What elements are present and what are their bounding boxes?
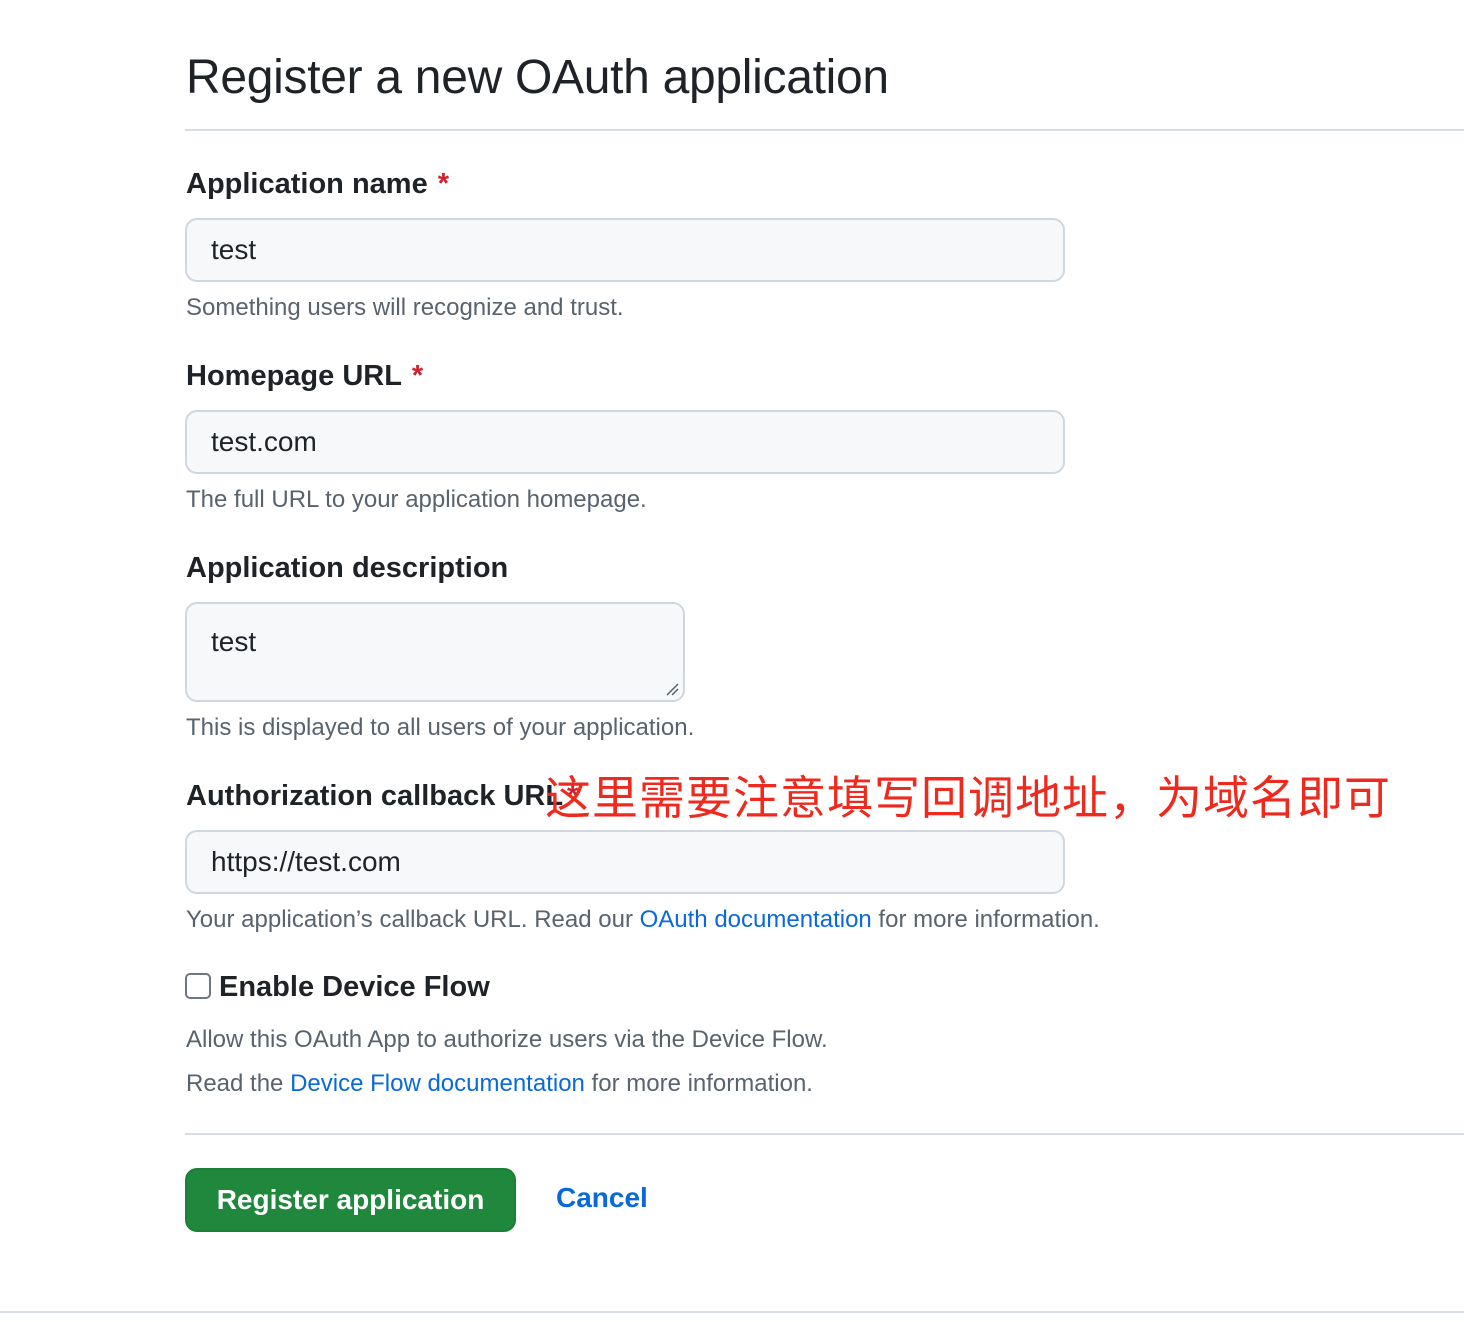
description-label-text: Application description bbox=[186, 552, 509, 584]
title-divider bbox=[185, 129, 1464, 131]
app-name-label-text: Application name bbox=[186, 168, 428, 200]
device-note-before: Read the bbox=[186, 1070, 291, 1097]
oauth-register-page: Register a new OAuth application Applica… bbox=[0, 0, 1464, 1322]
annotation-text: 这里需要注意填写回调地址，为域名即可 bbox=[545, 771, 1391, 825]
callback-url-value: https://test.com bbox=[211, 846, 401, 877]
enable-device-flow-label[interactable]: Enable Device Flow bbox=[219, 971, 490, 1004]
homepage-url-input[interactable]: test.com bbox=[185, 410, 1065, 474]
homepage-url-value: test.com bbox=[211, 426, 317, 457]
homepage-url-note: The full URL to your application homepag… bbox=[186, 486, 647, 513]
device-note-after: for more information. bbox=[584, 1070, 813, 1097]
page-title: Register a new OAuth application bbox=[186, 51, 889, 104]
device-flow-note: Allow this OAuth App to authorize users … bbox=[186, 1026, 828, 1053]
homepage-url-label-text: Homepage URL bbox=[186, 360, 402, 392]
description-textarea[interactable]: test bbox=[185, 602, 685, 702]
callback-url-input[interactable]: https://test.com bbox=[185, 830, 1065, 894]
page-bottom-divider bbox=[0, 1311, 1464, 1313]
description-label: Application description bbox=[186, 552, 508, 585]
required-mark: * bbox=[437, 168, 449, 200]
callback-url-label-text: Authorization callback URL bbox=[186, 780, 564, 812]
actions-divider bbox=[185, 1133, 1464, 1135]
callback-url-label: Authorization callback URL * bbox=[186, 780, 578, 813]
homepage-url-label: Homepage URL * bbox=[186, 360, 423, 393]
callback-url-note: Your application’s callback URL. Read ou… bbox=[186, 906, 1100, 934]
app-name-value: test bbox=[211, 234, 257, 265]
callback-note-before: Your application’s callback URL. Read ou… bbox=[186, 906, 640, 933]
resize-grip-icon[interactable] bbox=[665, 682, 679, 696]
callback-note-after: for more information. bbox=[871, 906, 1100, 933]
cancel-link[interactable]: Cancel bbox=[556, 1182, 648, 1214]
enable-device-flow-checkbox[interactable] bbox=[185, 973, 211, 999]
device-flow-documentation-link[interactable]: Device Flow documentation bbox=[290, 1070, 585, 1097]
app-name-label: Application name * bbox=[186, 168, 449, 201]
description-note: This is displayed to all users of your a… bbox=[186, 714, 695, 741]
device-flow-doc-note: Read the Device Flow documentation for m… bbox=[186, 1070, 813, 1098]
required-mark: * bbox=[411, 360, 424, 392]
description-value: test bbox=[211, 626, 257, 657]
register-application-button[interactable]: Register application bbox=[185, 1168, 516, 1232]
oauth-documentation-link[interactable]: OAuth documentation bbox=[640, 906, 872, 933]
app-name-note: Something users will recognize and trust… bbox=[186, 294, 624, 321]
app-name-input[interactable]: test bbox=[185, 218, 1065, 282]
